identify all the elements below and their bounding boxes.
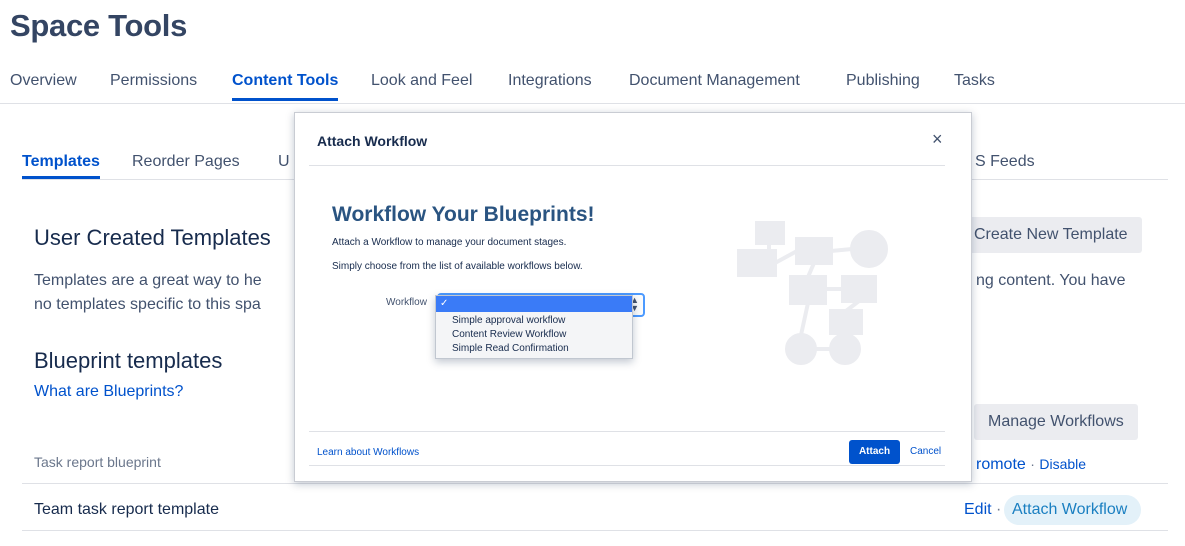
disable-link[interactable]: Disable bbox=[1039, 456, 1086, 472]
learn-about-workflows-link[interactable]: Learn about Workflows bbox=[317, 447, 419, 458]
dialog-bottom-divider bbox=[309, 465, 945, 466]
templates-description-line2: no templates specific to this spa bbox=[34, 296, 261, 313]
cancel-link[interactable]: Cancel bbox=[910, 446, 941, 457]
action-separator: · bbox=[1030, 456, 1035, 472]
attach-workflow-link[interactable]: Attach Workflow bbox=[1004, 495, 1142, 525]
subtab-templates[interactable]: Templates bbox=[22, 153, 100, 179]
attach-workflow-dialog: Attach Workflow × Workflow Your Blueprin… bbox=[294, 112, 972, 482]
dropdown-option-read-confirmation[interactable]: Simple Read Confirmation bbox=[452, 343, 569, 354]
action-separator: · bbox=[996, 501, 1002, 518]
tab-document-management[interactable]: Document Management bbox=[629, 72, 800, 90]
subtab-rss-feeds[interactable]: S Feeds bbox=[975, 153, 1035, 171]
dropdown-option-content-review[interactable]: Content Review Workflow bbox=[452, 329, 566, 340]
create-new-template-button[interactable]: Create New Template bbox=[960, 217, 1142, 253]
table-row-divider bbox=[22, 483, 1168, 484]
subtab-reorder-pages[interactable]: Reorder Pages bbox=[132, 153, 240, 171]
tab-permissions[interactable]: Permissions bbox=[110, 72, 197, 90]
dialog-title: Attach Workflow bbox=[317, 133, 428, 149]
edit-link[interactable]: Edit bbox=[964, 498, 992, 522]
task-report-blueprint-label: Task report blueprint bbox=[34, 454, 161, 470]
workflow-label: Workflow bbox=[386, 297, 427, 308]
dialog-text-2: Simply choose from the list of available… bbox=[332, 261, 583, 272]
templates-description-line1-right: ng content. You have bbox=[976, 272, 1126, 289]
manage-workflows-button[interactable]: Manage Workflows bbox=[974, 404, 1138, 440]
space-tools-tabs: Overview Permissions Content Tools Look … bbox=[0, 70, 1185, 104]
templates-description-line1: Templates are a great way to he bbox=[34, 272, 262, 289]
close-icon[interactable]: × bbox=[932, 129, 943, 150]
blueprint-templates-heading: Blueprint templates bbox=[34, 348, 223, 373]
workflow-dropdown-list: ✓ Simple approval workflow Content Revie… bbox=[435, 295, 633, 359]
dropdown-option-simple-approval[interactable]: Simple approval workflow bbox=[452, 315, 565, 326]
dialog-footer-divider bbox=[309, 431, 945, 432]
page-title: Space Tools bbox=[10, 8, 188, 43]
attach-button[interactable]: Attach bbox=[849, 440, 900, 464]
subtab-partial[interactable]: U bbox=[278, 153, 290, 171]
tab-publishing[interactable]: Publishing bbox=[846, 72, 920, 90]
tab-overview[interactable]: Overview bbox=[10, 72, 77, 90]
dialog-heading: Workflow Your Blueprints! bbox=[332, 203, 595, 226]
tab-look-and-feel[interactable]: Look and Feel bbox=[371, 72, 472, 90]
dialog-header-divider bbox=[309, 165, 945, 166]
tab-integrations[interactable]: Integrations bbox=[508, 72, 592, 90]
dropdown-option-empty[interactable]: ✓ bbox=[436, 296, 632, 312]
blueprint-row-actions: romote · Disable bbox=[976, 452, 1086, 477]
what-are-blueprints-link[interactable]: What are Blueprints? bbox=[34, 380, 183, 404]
table-row-divider bbox=[22, 530, 1168, 531]
workflow-diagram-icon bbox=[737, 221, 888, 365]
checkmark-icon: ✓ bbox=[440, 298, 449, 309]
dialog-text-1: Attach a Workflow to manage your documen… bbox=[332, 237, 567, 248]
team-task-report-template-name: Team task report template bbox=[34, 501, 219, 518]
tab-content-tools[interactable]: Content Tools bbox=[232, 72, 339, 101]
tab-tasks[interactable]: Tasks bbox=[954, 72, 995, 90]
user-templates-heading: User Created Templates bbox=[34, 225, 271, 250]
promote-link[interactable]: romote bbox=[976, 456, 1026, 473]
